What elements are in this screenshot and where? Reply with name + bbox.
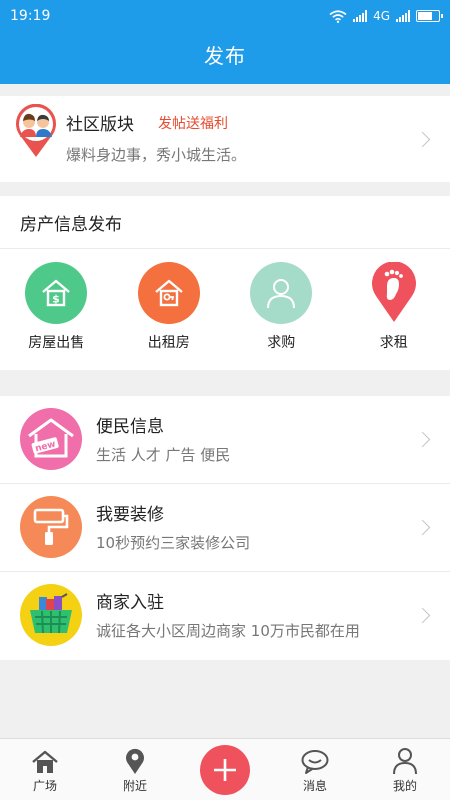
divider — [0, 248, 450, 249]
tab-label: 消息 — [302, 779, 327, 793]
paint-roller-icon — [20, 496, 82, 558]
svg-text:$: $ — [52, 293, 60, 306]
house-rent-wanted-item[interactable]: 求租 — [338, 262, 450, 352]
chat-icon — [301, 750, 329, 774]
status-bar: 19:19 4G — [0, 0, 450, 32]
tab-nearby[interactable]: 附近 — [90, 739, 180, 800]
tab-publish[interactable] — [180, 739, 270, 800]
page-title: 发布 — [0, 32, 450, 84]
wifi-icon — [329, 9, 347, 23]
tab-label: 附近 — [122, 779, 147, 793]
tab-label: 广场 — [32, 779, 57, 793]
chevron-right-icon — [414, 431, 431, 448]
house-item-label: 求租 — [379, 335, 408, 351]
house-section-title: 房产信息发布 — [20, 215, 122, 235]
house-grid: $ 房屋出售 出租房 求购 求租 — [0, 262, 450, 352]
tab-plaza[interactable]: 广场 — [0, 739, 90, 800]
plus-icon — [200, 744, 250, 795]
service-row-merchant[interactable]: 商家入驻 诚征各大小区周边商家 10万市民都在用 — [0, 572, 450, 660]
house-section: 房产信息发布 $ 房屋出售 出租房 求购 求租 — [0, 196, 450, 370]
community-people-icon — [16, 104, 56, 157]
chevron-right-icon — [414, 519, 431, 536]
service-subtitle: 10秒预约三家装修公司 — [96, 534, 251, 552]
community-section[interactable]: 社区版块 发帖送福利 爆料身边事，秀小城生活。 — [0, 96, 450, 182]
status-icons: 4G — [329, 9, 443, 23]
new-badge-text: new — [34, 439, 57, 454]
house-key-icon — [137, 262, 200, 324]
service-title: 我要装修 — [96, 505, 164, 525]
location-pin-icon — [126, 748, 144, 774]
service-subtitle: 诚征各大小区周边商家 10万市民都在用 — [96, 622, 360, 640]
house-item-label: 求购 — [267, 335, 296, 351]
house-sale-item[interactable]: $ 房屋出售 — [0, 262, 113, 352]
chevron-right-icon — [414, 607, 431, 624]
service-row-decoration[interactable]: 我要装修 10秒预约三家装修公司 — [0, 484, 450, 572]
tab-mine[interactable]: 我的 — [360, 739, 450, 800]
footprint-icon — [371, 262, 416, 322]
battery-fill — [418, 12, 433, 20]
house-item-label: 出租房 — [147, 335, 190, 351]
signal-icon — [353, 10, 368, 22]
signal-icon-2 — [396, 10, 410, 22]
service-row-convenience[interactable]: new 便民信息 生活 人才 广告 便民 — [0, 396, 450, 484]
tab-messages[interactable]: 消息 — [270, 739, 360, 800]
community-tag: 发帖送福利 — [158, 116, 228, 132]
service-title: 商家入驻 — [96, 593, 164, 613]
status-time: 19:19 — [10, 8, 51, 24]
services-list: new 便民信息 生活 人才 广告 便民 我要装修 10秒预约三家装修公司 商家… — [0, 396, 450, 660]
person-icon — [250, 262, 313, 324]
new-house-icon: new — [20, 408, 82, 470]
network-type: 4G — [373, 9, 390, 23]
house-rent-item[interactable]: 出租房 — [113, 262, 226, 352]
house-item-label: 房屋出售 — [28, 335, 85, 351]
user-icon — [393, 748, 417, 775]
house-dollar-icon: $ — [25, 262, 88, 324]
service-title: 便民信息 — [96, 417, 164, 437]
battery-icon — [416, 10, 443, 22]
community-subtitle: 爆料身边事，秀小城生活。 — [66, 146, 247, 164]
service-subtitle: 生活 人才 广告 便民 — [96, 446, 231, 464]
house-buy-item[interactable]: 求购 — [225, 262, 338, 352]
community-title: 社区版块 — [66, 115, 134, 135]
home-icon — [32, 750, 58, 773]
bottom-tab-bar: 广场 附近 消息 我的 — [0, 738, 450, 800]
shopping-basket-icon — [20, 584, 82, 646]
tab-label: 我的 — [392, 779, 417, 793]
chevron-right-icon — [414, 131, 431, 148]
